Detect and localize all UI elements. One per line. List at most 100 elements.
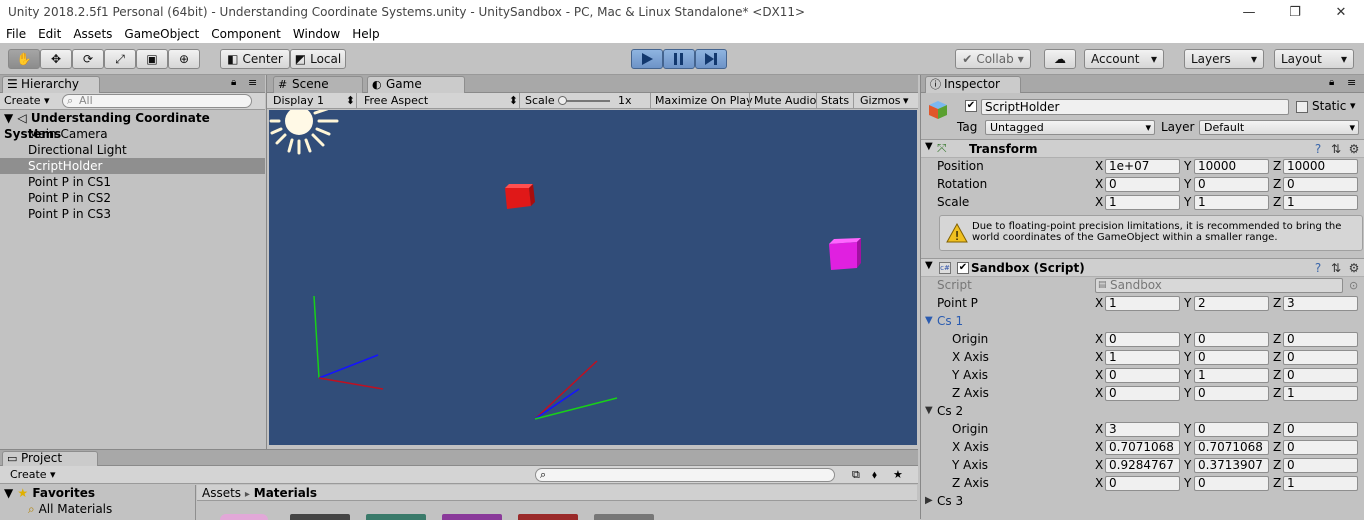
panel-menu-icon[interactable]: ≡ bbox=[248, 76, 257, 89]
hierarchy-item-point-p-cs3[interactable]: Point P in CS3 bbox=[0, 206, 265, 222]
axis-x-label[interactable]: X bbox=[1095, 456, 1103, 474]
rotate-tool-icon[interactable]: ⟳ bbox=[72, 49, 104, 69]
hierarchy-item-scriptholder[interactable]: ScriptHolder bbox=[0, 158, 265, 174]
fold-arrow-icon[interactable]: ▼ bbox=[925, 260, 933, 271]
layout-dropdown[interactable]: Layout ▾ bbox=[1274, 49, 1354, 69]
fold-arrow-icon[interactable]: ▼ bbox=[925, 141, 933, 152]
scale-y-field[interactable]: 1 bbox=[1194, 195, 1269, 210]
axis-z-label[interactable]: Z bbox=[1273, 420, 1281, 438]
axis-z-label[interactable]: Z bbox=[1273, 193, 1281, 211]
axis-x-label[interactable]: X bbox=[1095, 420, 1103, 438]
material-thumbnail[interactable] bbox=[594, 514, 654, 520]
cs2-y-axis-y-field[interactable]: 0.3713907 bbox=[1194, 458, 1269, 473]
cs2-foldout[interactable]: ▼ Cs 2 bbox=[921, 402, 1364, 420]
object-name-field[interactable]: ScriptHolder bbox=[981, 99, 1289, 115]
move-tool-icon[interactable]: ✥ bbox=[40, 49, 72, 69]
axis-x-label[interactable]: X bbox=[1095, 348, 1103, 366]
axis-y-label[interactable]: Y bbox=[1184, 175, 1191, 193]
static-dropdown-icon[interactable]: ▾ bbox=[1350, 99, 1356, 112]
axis-x-label[interactable]: X bbox=[1095, 474, 1103, 492]
cs2-x-axis-z-field[interactable]: 0 bbox=[1283, 440, 1358, 455]
tab-project[interactable]: ▭ Project bbox=[2, 451, 98, 466]
hierarchy-item-directional-light[interactable]: Directional Light bbox=[0, 142, 265, 158]
expanded-arrow-icon[interactable]: ▼ bbox=[925, 402, 933, 420]
all-materials-item[interactable]: ⌕ All Materials bbox=[28, 502, 112, 517]
cs1-y-axis-z-field[interactable]: 0 bbox=[1283, 368, 1358, 383]
axis-y-label[interactable]: Y bbox=[1184, 420, 1191, 438]
gear-icon[interactable]: ⚙ bbox=[1347, 261, 1361, 275]
rotation-x-field[interactable]: 0 bbox=[1105, 177, 1180, 192]
material-thumbnail[interactable] bbox=[366, 514, 426, 520]
project-search-input[interactable]: ⌕ bbox=[535, 468, 835, 482]
axis-z-label[interactable]: Z bbox=[1273, 474, 1281, 492]
cs1-x-axis-x-field[interactable]: 1 bbox=[1105, 350, 1180, 365]
favorite-star-icon[interactable]: ★ bbox=[893, 468, 903, 481]
rotation-z-field[interactable]: 0 bbox=[1283, 177, 1358, 192]
hierarchy-item-point-p-cs1[interactable]: Point P in CS1 bbox=[0, 174, 265, 190]
pivot-local-button[interactable]: ◩ Local bbox=[290, 49, 346, 69]
gear-icon[interactable]: ⚙ bbox=[1347, 142, 1361, 156]
account-dropdown[interactable]: Account ▾ bbox=[1084, 49, 1164, 69]
restore-button[interactable]: ❐ bbox=[1272, 0, 1318, 24]
hierarchy-create-button[interactable]: Create ▾ bbox=[4, 94, 50, 107]
project-create-button[interactable]: Create ▾ bbox=[10, 468, 56, 481]
hand-tool-icon[interactable]: ✋ bbox=[8, 49, 40, 69]
cs2-z-axis-x-field[interactable]: 0 bbox=[1105, 476, 1180, 491]
position-y-field[interactable]: 10000 bbox=[1194, 159, 1269, 174]
point-p-y-field[interactable]: 2 bbox=[1194, 296, 1269, 311]
material-thumbnail[interactable] bbox=[442, 514, 502, 520]
cs2-x-axis-x-field[interactable]: 0.7071068 bbox=[1105, 440, 1180, 455]
menu-file[interactable]: File bbox=[0, 27, 32, 41]
mute-audio-toggle[interactable]: Mute Audio bbox=[754, 94, 816, 107]
axis-x-label[interactable]: X bbox=[1095, 330, 1103, 348]
material-thumbnail[interactable] bbox=[220, 514, 268, 520]
material-thumbnail[interactable] bbox=[518, 514, 578, 520]
tab-game[interactable]: ◐ Game bbox=[367, 76, 465, 93]
static-checkbox[interactable] bbox=[1296, 101, 1308, 113]
tab-hierarchy[interactable]: ☰ Hierarchy bbox=[2, 76, 100, 93]
help-icon[interactable]: ? bbox=[1311, 261, 1325, 275]
close-button[interactable]: ✕ bbox=[1318, 0, 1364, 24]
cs1-foldout[interactable]: ▼ Cs 1 bbox=[921, 312, 1364, 330]
help-icon[interactable]: ? bbox=[1311, 142, 1325, 156]
axis-z-label[interactable]: Z bbox=[1273, 366, 1281, 384]
object-picker-icon[interactable]: ⊙ bbox=[1349, 277, 1358, 295]
axis-y-label[interactable]: Y bbox=[1184, 294, 1191, 312]
scale-x-field[interactable]: 1 bbox=[1105, 195, 1180, 210]
axis-x-label[interactable]: X bbox=[1095, 366, 1103, 384]
axis-x-label[interactable]: X bbox=[1095, 384, 1103, 402]
collapsed-arrow-icon[interactable]: ▶ bbox=[925, 492, 933, 510]
lock-icon[interactable]: 🔒︎ bbox=[231, 77, 236, 88]
cs2-origin-x-field[interactable]: 3 bbox=[1105, 422, 1180, 437]
cs2-x-axis-y-field[interactable]: 0.7071068 bbox=[1194, 440, 1269, 455]
filter-label-icon[interactable]: ⬧ bbox=[872, 468, 877, 482]
minimize-button[interactable]: — bbox=[1226, 0, 1272, 24]
menu-help[interactable]: Help bbox=[346, 27, 385, 41]
gizmos-dropdown-icon[interactable]: ▾ bbox=[903, 94, 909, 107]
scale-slider[interactable] bbox=[560, 100, 610, 102]
point-p-z-field[interactable]: 3 bbox=[1283, 296, 1358, 311]
axis-z-label[interactable]: Z bbox=[1273, 384, 1281, 402]
stats-toggle[interactable]: Stats bbox=[821, 94, 849, 107]
cs1-origin-y-field[interactable]: 0 bbox=[1194, 332, 1269, 347]
axis-y-label[interactable]: Y bbox=[1184, 438, 1191, 456]
hierarchy-search-input[interactable]: ⌕ All bbox=[62, 94, 252, 108]
cs1-z-axis-y-field[interactable]: 0 bbox=[1194, 386, 1269, 401]
pause-icon[interactable] bbox=[663, 49, 695, 69]
breadcrumb-assets[interactable]: Assets bbox=[202, 486, 241, 500]
rect-tool-icon[interactable]: ▣ bbox=[136, 49, 168, 69]
hierarchy-item-main-camera[interactable]: Main Camera bbox=[0, 126, 265, 142]
breadcrumb-materials[interactable]: Materials bbox=[254, 486, 317, 500]
presets-icon[interactable]: ⇅ bbox=[1329, 261, 1343, 275]
position-x-field[interactable]: 1e+07 bbox=[1105, 159, 1180, 174]
axis-z-label[interactable]: Z bbox=[1273, 456, 1281, 474]
filter-type-icon[interactable]: ⧉ bbox=[852, 468, 860, 482]
layers-dropdown[interactable]: Layers ▾ bbox=[1184, 49, 1264, 69]
sandbox-header[interactable]: ▼ c# ✔ Sandbox (Script) ? ⇅ ⚙ bbox=[921, 258, 1364, 277]
axis-z-label[interactable]: Z bbox=[1273, 157, 1281, 175]
hierarchy-item-point-p-cs2[interactable]: Point P in CS2 bbox=[0, 190, 265, 206]
rotation-y-field[interactable]: 0 bbox=[1194, 177, 1269, 192]
layer-dropdown[interactable]: Default bbox=[1199, 120, 1359, 135]
axis-z-label[interactable]: Z bbox=[1273, 438, 1281, 456]
cs1-y-axis-y-field[interactable]: 1 bbox=[1194, 368, 1269, 383]
